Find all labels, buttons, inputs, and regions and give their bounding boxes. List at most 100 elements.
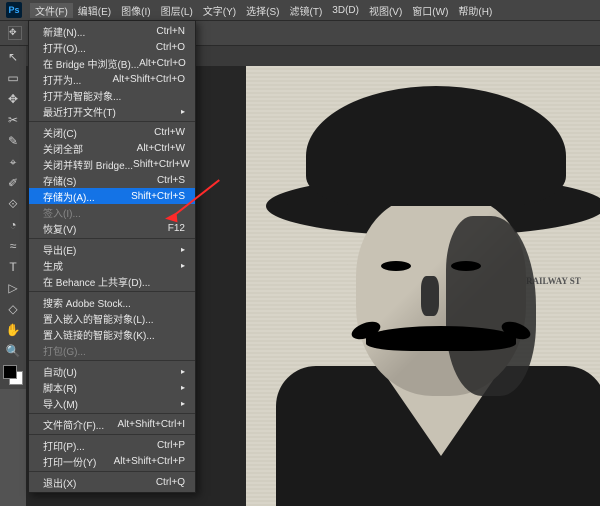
menu-item-label: 签入(I)... — [43, 205, 81, 220]
tool-marquee[interactable]: ▭ — [1, 68, 25, 88]
toolbox: ↖ ▭ ✥ ✂ ✎ ⌖ ✐ ⟐ ◔ ≈ T ▷ ◇ ✋ 🔍 — [0, 46, 26, 389]
menu-item[interactable]: 自动(U) — [29, 363, 195, 379]
menu-item[interactable]: 打印一份(Y) Alt+Shift+Ctrl+P — [29, 453, 195, 469]
menu-item[interactable]: 文件简介(F)... Alt+Shift+Ctrl+I — [29, 416, 195, 432]
menu-item[interactable]: 新建(N)... Ctrl+N — [29, 23, 195, 39]
menu-item: 打包(G)... — [29, 342, 195, 358]
move-tool-icon: ✥ — [8, 26, 22, 40]
menu-item-label: 打开(O)... — [43, 40, 86, 55]
menu-item-shortcut: Ctrl+W — [154, 127, 185, 138]
menu-item[interactable]: 最近打开文件(T) — [29, 103, 195, 119]
tool-lasso[interactable]: ✥ — [1, 89, 25, 109]
menu-item-shortcut: F12 — [168, 223, 185, 234]
app-logo: Ps — [6, 2, 22, 18]
menu-item[interactable]: 在 Bridge 中浏览(B)...Alt+Ctrl+O — [29, 55, 195, 71]
menu-item[interactable]: 存储(S) Ctrl+S — [29, 172, 195, 188]
menu-item[interactable]: 搜索 Adobe Stock... — [29, 294, 195, 310]
menu-item: 签入(I)... — [29, 204, 195, 220]
menu-file[interactable]: 文件(F) — [30, 3, 73, 18]
menu-item-label: 在 Bridge 中浏览(B)... — [43, 56, 139, 71]
menu-item-label: 导出(E) — [43, 242, 76, 257]
menu-item[interactable]: 关闭并转到 Bridge...Shift+Ctrl+W — [29, 156, 195, 172]
tool-crop[interactable]: ✂ — [1, 110, 25, 130]
menu-window[interactable]: 窗口(W) — [407, 3, 453, 18]
menu-item[interactable]: 生成 — [29, 257, 195, 273]
menu-item-label: 关闭(C) — [43, 125, 77, 140]
menu-item[interactable]: 关闭全部Alt+Ctrl+W — [29, 140, 195, 156]
menu-item-shortcut: Shift+Ctrl+W — [133, 159, 190, 170]
color-swatches[interactable] — [0, 365, 26, 389]
menu-item-label: 脚本(R) — [43, 380, 77, 395]
menu-item-label: 打印(P)... — [43, 438, 85, 453]
menu-item[interactable]: 恢复(V) F12 — [29, 220, 195, 236]
menu-item-label: 关闭全部 — [43, 141, 83, 156]
menu-item[interactable]: 在 Behance 上共享(D)... — [29, 273, 195, 289]
file-menu-dropdown: 新建(N)... Ctrl+N 打开(O)... Ctrl+O 在 Bridge 中浏览… — [28, 20, 196, 493]
menu-item-label: 退出(X) — [43, 475, 76, 490]
menu-item-shortcut: Ctrl+O — [156, 42, 185, 53]
menu-item[interactable]: 退出(X) Ctrl+Q — [29, 474, 195, 490]
menu-item-label: 文件简介(F)... — [43, 417, 104, 432]
menu-item-label: 打印一份(Y) — [43, 454, 96, 469]
tool-brush[interactable]: ✐ — [1, 173, 25, 193]
tool-zoom[interactable]: 🔍 — [1, 341, 25, 361]
menu-item-label: 置入链接的智能对象(K)... — [43, 327, 155, 342]
menu-item-label: 自动(U) — [43, 364, 77, 379]
menu-item-shortcut: Ctrl+S — [157, 175, 185, 186]
menu-item[interactable]: 置入链接的智能对象(K)... — [29, 326, 195, 342]
menu-edit[interactable]: 编辑(E) — [73, 3, 116, 18]
tool-type[interactable]: T — [1, 257, 25, 277]
menu-item-shortcut: Ctrl+N — [156, 26, 185, 37]
tool-eyedropper[interactable]: ✎ — [1, 131, 25, 151]
menu-item[interactable]: 导出(E) — [29, 241, 195, 257]
menu-view[interactable]: 视图(V) — [364, 3, 407, 18]
menu-item-shortcut: Shift+Ctrl+S — [131, 191, 185, 202]
tool-clone[interactable]: ⟐ — [1, 194, 25, 214]
tool-blur[interactable]: ≈ — [1, 236, 25, 256]
menu-item-label: 打开为... — [43, 72, 81, 87]
menu-item[interactable]: 脚本(R) — [29, 379, 195, 395]
menu-item-label: 恢复(V) — [43, 221, 76, 236]
menu-filter[interactable]: 滤镜(T) — [285, 3, 328, 18]
menu-item-label: 存储(S) — [43, 173, 76, 188]
menu-item[interactable]: 关闭(C) Ctrl+W — [29, 124, 195, 140]
menu-item-label: 置入嵌入的智能对象(L)... — [43, 311, 154, 326]
menu-select[interactable]: 选择(S) — [241, 3, 284, 18]
menu-item-label: 最近打开文件(T) — [43, 104, 116, 119]
menu-item-shortcut: Ctrl+Q — [156, 477, 185, 488]
menu-item-shortcut: Ctrl+P — [157, 440, 185, 451]
menu-item-label: 在 Behance 上共享(D)... — [43, 274, 150, 289]
fg-color-swatch[interactable] — [3, 365, 17, 379]
tool-gradient[interactable]: ◔ — [1, 215, 25, 235]
menu-type[interactable]: 文字(Y) — [198, 3, 241, 18]
menu-item-shortcut: Alt+Shift+Ctrl+P — [114, 456, 185, 467]
tool-shape[interactable]: ◇ — [1, 299, 25, 319]
menu-item-label: 新建(N)... — [43, 24, 85, 39]
menu-layer[interactable]: 图层(L) — [156, 3, 198, 18]
menu-3d[interactable]: 3D(D) — [327, 5, 364, 16]
menu-item-label: 搜索 Adobe Stock... — [43, 295, 131, 310]
tool-hand[interactable]: ✋ — [1, 320, 25, 340]
menu-image[interactable]: 图像(I) — [116, 3, 155, 18]
menu-item-shortcut: Alt+Shift+Ctrl+O — [112, 74, 185, 85]
menu-item-shortcut: Alt+Shift+Ctrl+I — [117, 419, 185, 430]
menu-item-label: 存储为(A)... — [43, 189, 95, 204]
menu-item-label: 打包(G)... — [43, 343, 86, 358]
menu-item-label: 打开为智能对象... — [43, 88, 121, 103]
menu-item-label: 导入(M) — [43, 396, 78, 411]
tool-move[interactable]: ↖ — [1, 47, 25, 67]
menubar: Ps 文件(F) 编辑(E) 图像(I) 图层(L) 文字(Y) 选择(S) 滤… — [0, 0, 600, 20]
menu-item[interactable]: 置入嵌入的智能对象(L)... — [29, 310, 195, 326]
menu-item[interactable]: 存储为(A)... Shift+Ctrl+S — [29, 188, 195, 204]
portrait-art — [246, 66, 600, 506]
menu-item[interactable]: 打开(O)... Ctrl+O — [29, 39, 195, 55]
menu-item[interactable]: 打印(P)... Ctrl+P — [29, 437, 195, 453]
tool-pen[interactable]: ▷ — [1, 278, 25, 298]
menu-item[interactable]: 打开为智能对象... — [29, 87, 195, 103]
artboard: Newspaper RAILWAY ST aily Newspa CIRCUS — [246, 66, 600, 506]
tool-heal[interactable]: ⌖ — [1, 152, 25, 172]
menu-help[interactable]: 帮助(H) — [453, 3, 497, 18]
menu-item[interactable]: 导入(M) — [29, 395, 195, 411]
menu-item-label: 生成 — [43, 258, 63, 273]
menu-item[interactable]: 打开为... Alt+Shift+Ctrl+O — [29, 71, 195, 87]
